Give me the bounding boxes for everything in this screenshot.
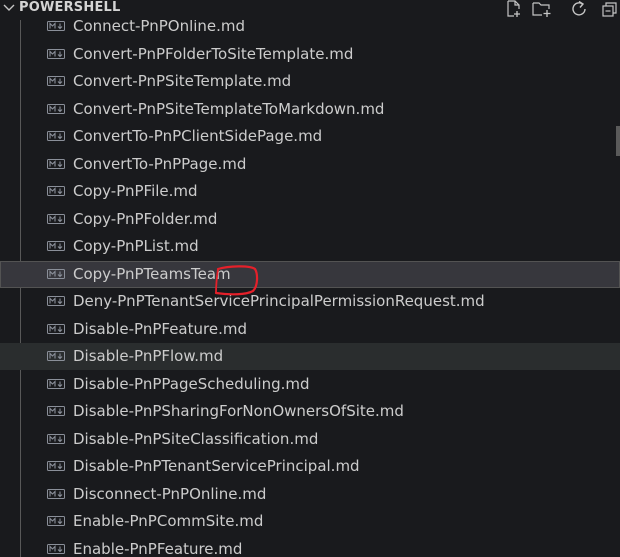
markdown-icon [47, 186, 65, 196]
file-name: Copy-PnPFolder.md [73, 209, 218, 228]
file-item[interactable]: Copy-PnPFolder.md [0, 206, 620, 233]
markdown-icon [47, 48, 65, 59]
file-item[interactable]: Convert-PnPSiteTemplateToMarkdown.md [0, 96, 620, 123]
file-name: ConvertTo-PnPPage.md [73, 154, 247, 173]
markdown-icon [47, 158, 65, 169]
file-name: Copy-PnPTeamsTeam [73, 264, 231, 283]
file-name: Disable-PnPPageScheduling.md [73, 374, 310, 393]
collapse-folders-button[interactable] [600, 0, 620, 18]
file-item[interactable]: Copy-PnPFile.md [0, 178, 620, 205]
markdown-icon [47, 131, 65, 141]
file-name: Deny-PnPTenantServicePrincipalPermission… [73, 292, 485, 310]
file-name: Copy-PnPList.md [73, 237, 199, 255]
file-item[interactable]: Copy-PnPList.md [0, 233, 620, 260]
file-name: Convert-PnPSiteTemplateToMarkdown.md [73, 99, 385, 118]
file-name: Disable-PnPTenantServicePrincipal.md [73, 457, 360, 475]
markdown-icon [47, 296, 65, 306]
scrollbar-thumb[interactable] [616, 126, 620, 156]
file-item[interactable]: Enable-PnPCommSite.md [0, 508, 620, 535]
markdown-icon [47, 21, 65, 31]
file-name: Connect-PnPOnline.md [73, 20, 246, 35]
markdown-icon [47, 378, 65, 389]
file-name: Convert-PnPFolderToSiteTemplate.md [73, 44, 354, 63]
new-folder-icon [532, 2, 551, 17]
file-name: Enable-PnPFeature.md [73, 539, 243, 557]
explorer-section-header[interactable]: POWERSHELL [0, 0, 620, 20]
file-name: Disable-PnPSiteClassification.md [73, 429, 319, 448]
refresh-button[interactable] [570, 0, 590, 18]
file-item[interactable]: Copy-PnPTeamsTeam [0, 260, 620, 288]
file-tree: Connect-PnPOnline.md Convert-PnPFolderToS… [0, 20, 620, 557]
section-title: POWERSHELL [19, 0, 121, 15]
markdown-icon [47, 76, 65, 86]
markdown-icon [47, 543, 65, 554]
markdown-icon [47, 268, 65, 279]
file-item[interactable]: Disconnect-PnPOnline.md [0, 481, 620, 508]
file-item[interactable]: Deny-PnPTenantServicePrincipalPermission… [0, 288, 620, 315]
refresh-icon [572, 0, 586, 16]
file-item[interactable]: Convert-PnPSiteTemplate.md [0, 68, 620, 95]
file-item[interactable]: Enable-PnPFeature.md [0, 536, 620, 557]
markdown-icon [47, 351, 65, 361]
file-name: Convert-PnPSiteTemplate.md [73, 72, 292, 90]
file-item[interactable]: Disable-PnPSharingForNonOwnersOfSite.md [0, 398, 620, 425]
file-item[interactable]: Disable-PnPFlow.md [0, 343, 620, 370]
file-item[interactable]: Convert-PnPFolderToSiteTemplate.md [0, 41, 620, 68]
markdown-icon [47, 103, 65, 114]
file-name: Disconnect-PnPOnline.md [73, 484, 267, 503]
chevron-down-icon[interactable] [2, 1, 16, 15]
markdown-icon [47, 241, 65, 251]
new-folder-button[interactable] [532, 0, 552, 18]
collapse-all-icon [602, 2, 617, 17]
markdown-icon [47, 461, 65, 471]
file-item[interactable]: Disable-PnPFeature.md [0, 316, 620, 343]
file-item[interactable]: Disable-PnPTenantServicePrincipal.md [0, 453, 620, 480]
new-file-button[interactable] [504, 0, 524, 18]
file-item[interactable]: Disable-PnPSiteClassification.md [0, 426, 620, 453]
file-item[interactable]: Disable-PnPPageScheduling.md [0, 371, 620, 398]
file-name: Disable-PnPSharingForNonOwnersOfSite.md [73, 402, 404, 420]
file-item[interactable]: ConvertTo-PnPClientSidePage.md [0, 123, 620, 150]
file-name: ConvertTo-PnPClientSidePage.md [73, 127, 323, 145]
file-item[interactable]: ConvertTo-PnPPage.md [0, 151, 620, 178]
markdown-icon [47, 323, 65, 334]
file-name: Copy-PnPFile.md [73, 182, 198, 200]
file-name: Disable-PnPFeature.md [73, 319, 247, 338]
markdown-icon [47, 213, 65, 224]
file-item[interactable]: Connect-PnPOnline.md [0, 20, 620, 40]
markdown-icon [47, 516, 65, 526]
markdown-icon [47, 488, 65, 499]
markdown-icon [47, 433, 65, 444]
file-name: Enable-PnPCommSite.md [73, 512, 264, 530]
markdown-icon [47, 406, 65, 416]
new-file-icon [507, 0, 520, 17]
file-name: Disable-PnPFlow.md [73, 347, 224, 365]
